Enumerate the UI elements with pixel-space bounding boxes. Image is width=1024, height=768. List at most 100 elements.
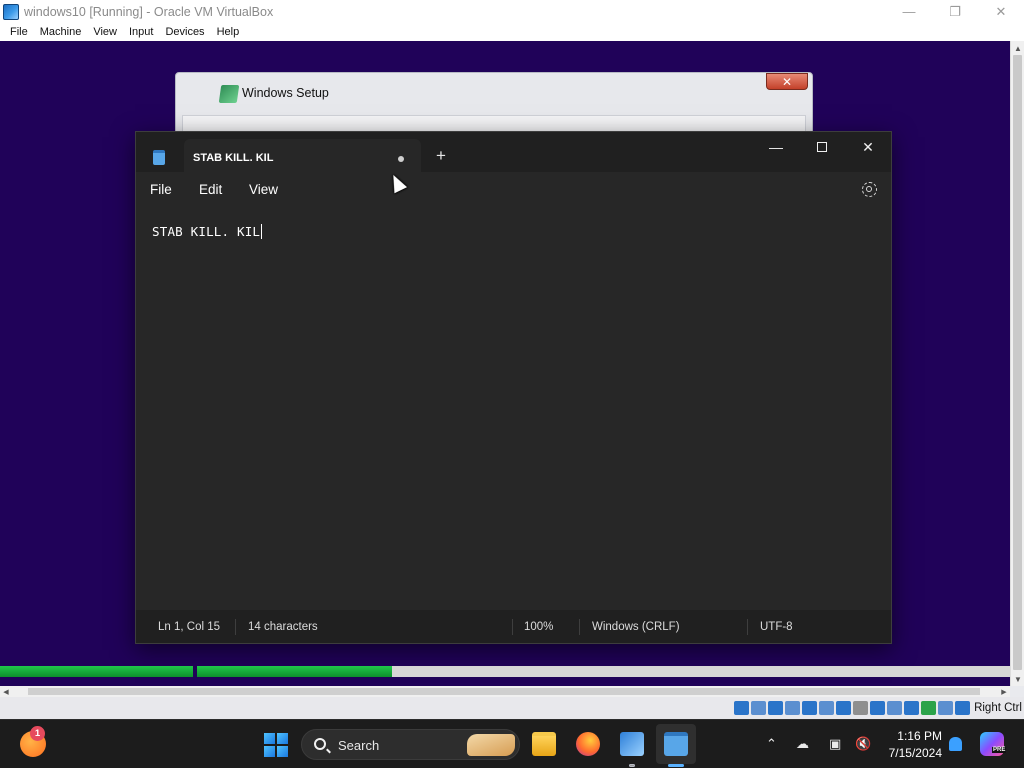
taskbar: 1 Search ⌃ ☁ ▣ 🔇 1:16 PM 7/15/2024 PRE bbox=[0, 719, 1024, 768]
notepad-taskbar-icon[interactable] bbox=[664, 732, 688, 756]
optical-drive-icon[interactable] bbox=[751, 701, 767, 715]
video-capture-icon[interactable] bbox=[870, 701, 886, 715]
copilot-preview-badge: PRE bbox=[992, 747, 1007, 753]
new-tab-icon[interactable]: + bbox=[436, 147, 446, 165]
vbox-titlebar: windows10 [Running] - Oracle VM VirtualB… bbox=[0, 0, 1024, 23]
vbox-horizontal-scrollbar[interactable]: ◀ ▶ bbox=[0, 686, 1010, 697]
windows-logo-icon bbox=[277, 746, 288, 757]
status-characters: 14 characters bbox=[248, 621, 318, 633]
volume-muted-icon[interactable]: 🔇 bbox=[855, 736, 871, 752]
notepad-window[interactable]: STAB KILL. KIL + — ✕ File Edit View STAB… bbox=[135, 131, 892, 644]
maximize-icon[interactable] bbox=[799, 132, 845, 162]
windows-logo-icon bbox=[264, 733, 275, 744]
taskbar-search-box[interactable]: Search bbox=[301, 729, 520, 760]
notepad-menu-edit[interactable]: Edit bbox=[199, 182, 222, 197]
windows-logo-icon bbox=[264, 746, 275, 757]
setup-progress-step-2 bbox=[197, 666, 1010, 677]
host-key-icon bbox=[955, 701, 971, 715]
status-line-ending[interactable]: Windows (CRLF) bbox=[592, 621, 680, 633]
minimize-icon[interactable]: — bbox=[886, 0, 932, 23]
notepad-menu-view[interactable]: View bbox=[249, 182, 278, 197]
notepad-tab-title: STAB KILL. KIL bbox=[193, 152, 274, 164]
vbox-menu-input[interactable]: Input bbox=[123, 26, 159, 38]
progress-fill bbox=[197, 666, 393, 677]
vbox-menu-help[interactable]: Help bbox=[211, 26, 246, 38]
vbox-window-controls: — ❐ ✕ bbox=[886, 0, 1024, 23]
status-separator bbox=[579, 619, 580, 635]
notepad-window-controls: — ✕ bbox=[753, 132, 891, 162]
vbox-menu-machine[interactable]: Machine bbox=[34, 26, 88, 38]
floppy-icon[interactable] bbox=[768, 701, 784, 715]
clipboard-icon[interactable] bbox=[904, 701, 920, 715]
vbox-menu-file[interactable]: File bbox=[4, 26, 34, 38]
vbox-menubar: File Machine View Input Devices Help bbox=[0, 23, 1024, 41]
unsaved-dot-icon[interactable] bbox=[398, 156, 404, 162]
notepad-menu-file[interactable]: File bbox=[150, 182, 172, 197]
scroll-right-icon[interactable]: ▶ bbox=[998, 686, 1010, 697]
vbox-vertical-scrollbar[interactable]: ▲ ▼ bbox=[1010, 41, 1024, 686]
widget-badge: 1 bbox=[30, 726, 45, 741]
vbox-menu-devices[interactable]: Devices bbox=[159, 26, 210, 38]
vbox-statusbar: Right Ctrl bbox=[0, 697, 1024, 719]
scroll-left-icon[interactable]: ◀ bbox=[0, 686, 12, 697]
cpu-icon[interactable] bbox=[921, 701, 937, 715]
start-button[interactable] bbox=[264, 733, 288, 757]
vbox-menu-view[interactable]: View bbox=[87, 26, 123, 38]
clock-date[interactable]: 7/15/2024 bbox=[876, 746, 942, 760]
running-indicator bbox=[629, 764, 635, 767]
status-separator bbox=[747, 619, 748, 635]
firefox-icon[interactable] bbox=[576, 732, 600, 756]
close-icon[interactable]: ✕ bbox=[845, 132, 891, 162]
setup-icon bbox=[218, 85, 240, 103]
clock-time[interactable]: 1:16 PM bbox=[886, 729, 942, 743]
notepad-titlebar: STAB KILL. KIL + — ✕ bbox=[136, 132, 891, 172]
restore-icon[interactable]: ❐ bbox=[932, 0, 978, 23]
notification-bell-icon[interactable] bbox=[949, 737, 962, 751]
vbox-window-title: windows10 [Running] - Oracle VM VirtualB… bbox=[24, 4, 274, 19]
settings-gear-icon[interactable] bbox=[862, 182, 877, 197]
close-icon[interactable]: ✕ bbox=[978, 0, 1024, 23]
audio-icon[interactable] bbox=[785, 701, 801, 715]
scroll-thumb[interactable] bbox=[1013, 55, 1022, 670]
scroll-thumb[interactable] bbox=[28, 688, 980, 695]
status-position: Ln 1, Col 15 bbox=[158, 621, 221, 633]
scroll-up-icon[interactable]: ▲ bbox=[1011, 41, 1024, 55]
search-icon bbox=[314, 738, 326, 750]
notepad-content-line[interactable]: STAB KILL. KIL bbox=[152, 224, 263, 239]
notepad-icon bbox=[153, 150, 165, 165]
windows-logo-icon bbox=[277, 733, 288, 744]
minimize-icon[interactable]: — bbox=[753, 132, 799, 162]
notepad-statusbar: Ln 1, Col 15 14 characters 100% Windows … bbox=[136, 610, 891, 643]
guest-display[interactable]: Windows Setup ✕ STAB KILL. KIL + — ✕ Fil… bbox=[0, 41, 1010, 686]
search-label: Search bbox=[338, 738, 380, 753]
status-separator bbox=[512, 619, 513, 635]
host-key-label: Right Ctrl bbox=[974, 702, 1022, 714]
drag-drop-icon[interactable] bbox=[887, 701, 903, 715]
progress-fill bbox=[0, 666, 193, 677]
windows-setup-taskbar-icon[interactable] bbox=[620, 732, 644, 756]
scroll-down-icon[interactable]: ▼ bbox=[1011, 672, 1024, 686]
notepad-menubar: File Edit View bbox=[136, 172, 891, 206]
status-zoom[interactable]: 100% bbox=[524, 621, 553, 633]
file-explorer-icon[interactable] bbox=[532, 732, 556, 756]
virtualbox-icon bbox=[3, 3, 19, 20]
display-icon[interactable] bbox=[853, 701, 869, 715]
text-caret bbox=[261, 224, 263, 239]
shared-folders-icon[interactable] bbox=[836, 701, 852, 715]
setup-close-button[interactable]: ✕ bbox=[766, 73, 808, 90]
notepad-text-area[interactable]: STAB KILL. KIL bbox=[136, 206, 891, 610]
status-encoding[interactable]: UTF-8 bbox=[760, 621, 793, 633]
notepad-tab[interactable]: STAB KILL. KIL bbox=[184, 139, 421, 172]
setup-progress-step-1 bbox=[0, 666, 193, 677]
onedrive-offline-icon[interactable]: ☁ bbox=[796, 736, 809, 752]
network-icon[interactable] bbox=[802, 701, 818, 715]
mouse-integration-icon[interactable] bbox=[938, 701, 954, 715]
usb-icon[interactable] bbox=[819, 701, 835, 715]
network-icon[interactable]: ▣ bbox=[829, 736, 841, 752]
status-separator bbox=[235, 619, 236, 635]
setup-window-title: Windows Setup bbox=[242, 86, 329, 100]
chevron-up-icon[interactable]: ⌃ bbox=[766, 736, 777, 752]
notepad-content: STAB KILL. KIL bbox=[152, 224, 261, 239]
hard-disk-icon[interactable] bbox=[734, 701, 750, 715]
search-highlight-image bbox=[467, 734, 515, 756]
